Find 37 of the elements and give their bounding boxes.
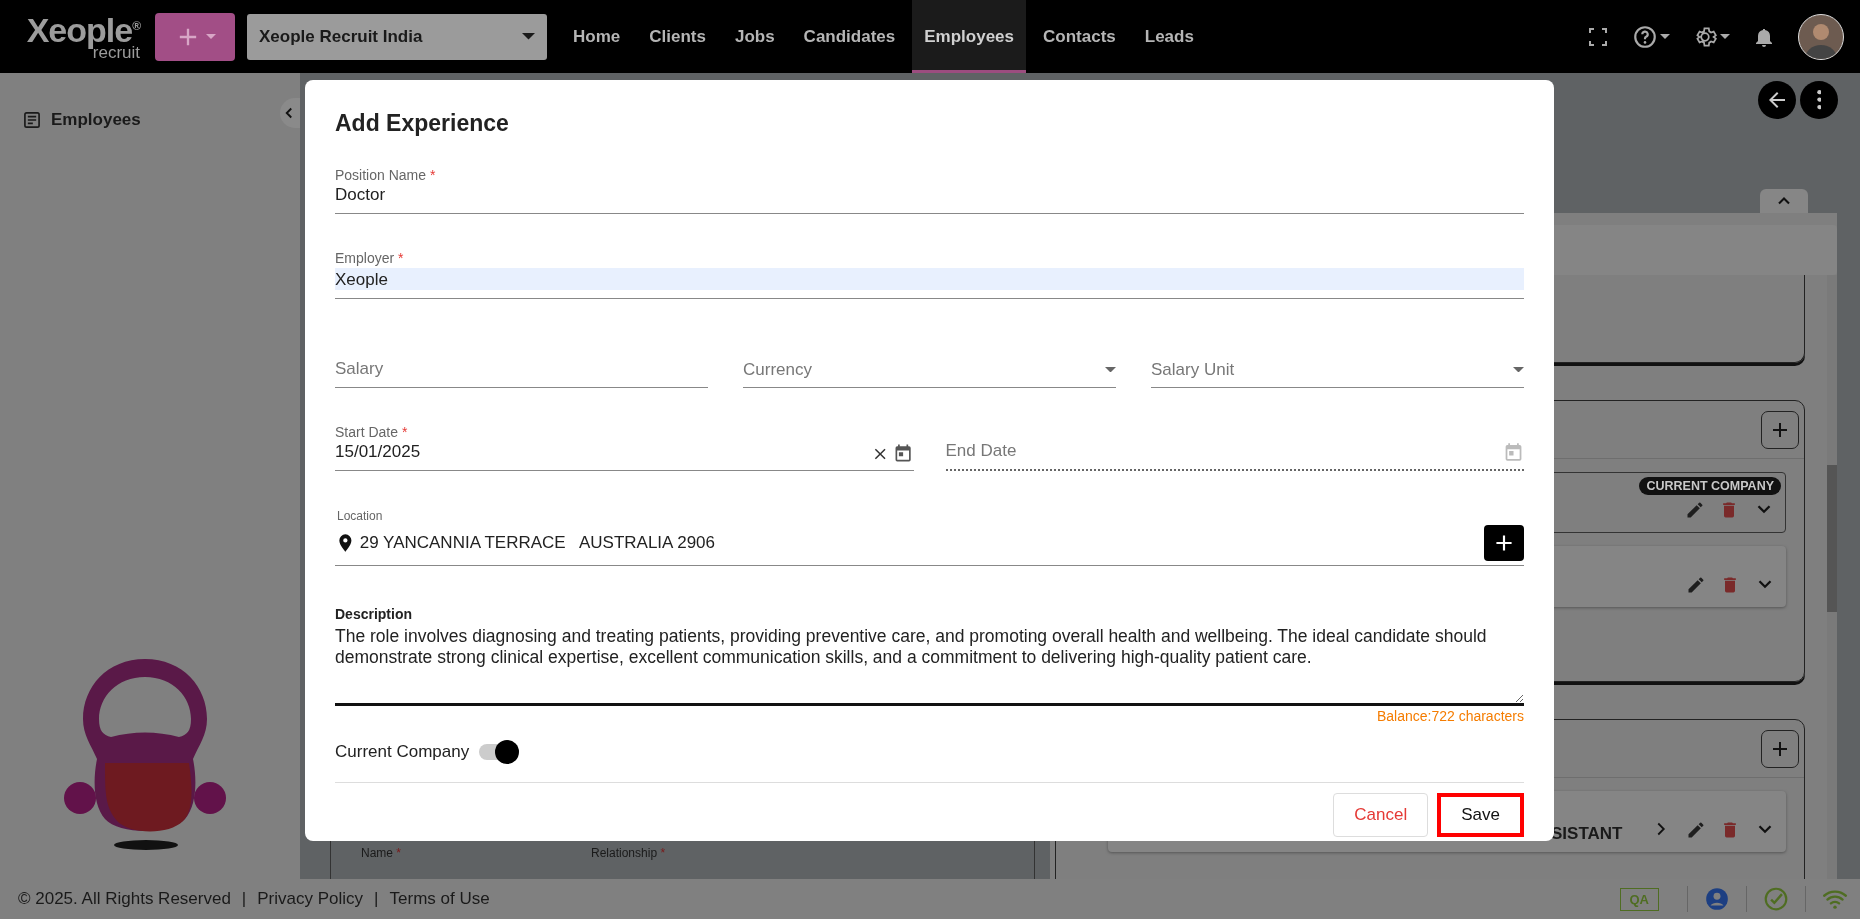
field-label: Employer * — [335, 250, 405, 266]
company-select[interactable]: Xeople Recruit India — [247, 13, 547, 60]
save-button[interactable]: Save — [1437, 793, 1524, 837]
character-count: Balance:722 characters — [1376, 708, 1524, 724]
nav-tab[interactable]: Employees — [912, 0, 1026, 73]
environment-badge: QA — [1619, 887, 1659, 911]
field-label: Name * — [361, 846, 401, 862]
field-label: Relationship * — [591, 846, 666, 862]
nav-tab[interactable]: Leads — [1132, 0, 1206, 73]
nav-tab[interactable]: Contacts — [1031, 0, 1128, 73]
separator-text: | — [241, 889, 247, 909]
dialog-title: Add Experience — [335, 110, 510, 137]
footer-link[interactable]: Terms of Use — [389, 889, 490, 909]
field-label: Location — [337, 509, 384, 523]
cancel-button[interactable]: Cancel — [1333, 793, 1429, 837]
item-title: SISTANT — [1551, 824, 1623, 844]
sidebar-item[interactable]: Employees — [51, 110, 141, 130]
input-field[interactable]: Xeople — [335, 268, 1524, 299]
date-field[interactable]: 15/01/2025 — [335, 440, 867, 470]
input-field[interactable]: Doctor — [335, 183, 1524, 214]
location-field[interactable]: 29 YANCANNIA TERRACE AUSTRALIA 2906 — [359, 533, 1480, 553]
copyright-text: © 2025. All Rights Reserved — [18, 889, 231, 909]
field-label: Description — [335, 606, 413, 622]
dropdown-field[interactable]: Currency — [743, 357, 1116, 388]
nav-tab[interactable]: Jobs — [722, 0, 787, 73]
input-field[interactable]: Salary — [335, 357, 708, 388]
nav-tab[interactable]: Clients — [637, 0, 718, 73]
logo-text: Xeople$^{®}$ — [26, 12, 140, 47]
nav-tab[interactable]: Home — [561, 0, 633, 73]
footer-link[interactable]: Privacy Policy — [257, 889, 364, 909]
status-badge: CURRENT COMPANY — [1639, 477, 1781, 495]
nav-tab[interactable]: Candidates — [791, 0, 908, 73]
separator-text: | — [374, 889, 379, 909]
field-label: Start Date * — [335, 424, 409, 440]
field-label: Position Name * — [335, 167, 437, 183]
toggle-label: Current Company — [335, 742, 470, 762]
dropdown-field[interactable]: Salary Unit — [1151, 357, 1524, 388]
